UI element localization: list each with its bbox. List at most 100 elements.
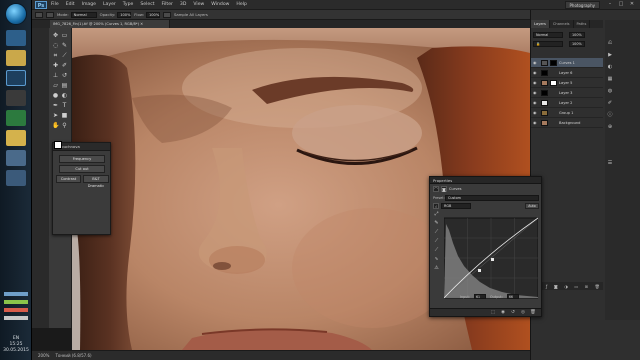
gradient-tool-icon[interactable]: ▤ — [61, 82, 68, 89]
brush-preset-picker[interactable] — [46, 11, 54, 18]
taskbar-app-chat[interactable] — [6, 110, 26, 126]
lock-icons[interactable]: 🔒 — [533, 41, 563, 47]
delete-adjustment-icon[interactable]: 🗑 — [530, 310, 536, 316]
close-icon[interactable]: ✕ — [628, 1, 636, 8]
auto-button[interactable]: Auto — [525, 203, 539, 209]
fx-icon[interactable]: ƒ — [546, 284, 547, 289]
menu-image[interactable]: Image — [82, 2, 96, 7]
visibility-eye-icon[interactable]: ◉ — [533, 91, 538, 95]
curve-point-tool-icon[interactable]: ⤢ — [433, 211, 440, 218]
tray-icon-sync[interactable] — [4, 316, 28, 320]
visibility-eye-icon[interactable]: ◉ — [533, 101, 538, 105]
healing-tool-icon[interactable]: ✚ — [52, 62, 59, 69]
type-tool-icon[interactable]: T — [61, 102, 68, 109]
layer-fill-field[interactable]: 100% — [569, 41, 585, 47]
menu-file[interactable]: File — [51, 2, 59, 7]
layer-row-group-1[interactable]: ◉ Group 1 — [531, 108, 603, 118]
hand-tool-icon[interactable]: ✋ — [52, 122, 59, 129]
sample-all-layers-checkbox[interactable]: Sample All Layers — [174, 12, 208, 17]
contrast-button[interactable]: Contrast — [56, 175, 81, 183]
layer-row-layer-5[interactable]: ◉ Layer 5 — [531, 78, 603, 88]
layer-mask-thumb[interactable] — [550, 80, 557, 86]
tray-icon-volume[interactable] — [4, 300, 28, 304]
minimize-icon[interactable]: – — [606, 1, 614, 8]
new-adjustment-icon[interactable]: ◑ — [564, 284, 568, 289]
new-layer-icon[interactable]: ⊞ — [585, 284, 588, 289]
menu-type[interactable]: Type — [123, 2, 134, 7]
visibility-eye-icon[interactable]: ◉ — [533, 121, 538, 125]
mask-icon[interactable]: ◙ — [441, 186, 447, 192]
taskbar-app-settings[interactable] — [6, 150, 26, 166]
move-tool-icon[interactable]: ✥ — [52, 32, 59, 39]
quick-select-tool-icon[interactable]: ✎ — [61, 42, 68, 49]
visibility-eye-icon[interactable]: ◉ — [533, 111, 538, 115]
menu-help[interactable]: Help — [236, 2, 246, 7]
properties-icon[interactable]: ☰ — [607, 160, 613, 166]
eyedropper-tool-icon[interactable]: ⟋ — [61, 52, 68, 59]
frequency-button[interactable]: Frequency — [59, 155, 105, 163]
layer-row-curves-1[interactable]: ◉ Curves 1 — [531, 58, 603, 68]
taskbar-app-photoshop[interactable] — [6, 70, 26, 86]
foreground-color-swatch[interactable] — [54, 141, 62, 149]
workspace-switcher[interactable]: Photography — [564, 1, 600, 9]
brush-tool-icon[interactable]: ✐ — [61, 62, 68, 69]
info-icon[interactable]: ⓘ — [607, 112, 613, 118]
menu-view[interactable]: View — [193, 2, 204, 7]
curves-graph[interactable] — [444, 211, 538, 305]
taskbar-app-folder[interactable] — [6, 130, 26, 146]
clone-stamp-tool-icon[interactable]: ⊥ — [52, 72, 59, 79]
tool-preset-picker[interactable] — [35, 11, 43, 18]
properties-title[interactable]: Properties — [430, 177, 541, 184]
pen-tool-icon[interactable]: ✒ — [52, 102, 59, 109]
tab-channels[interactable]: Channels — [550, 20, 574, 28]
menu-filter[interactable]: Filter — [162, 2, 173, 7]
opacity-field[interactable]: 100% — [117, 11, 132, 18]
clipping-warning-icon[interactable]: ⚠ — [433, 265, 440, 272]
blur-tool-icon[interactable]: ● — [52, 92, 59, 99]
brush-presets-icon[interactable]: ✐ — [607, 100, 613, 106]
menu-window[interactable]: Window — [211, 2, 229, 7]
maximize-icon[interactable]: □ — [617, 1, 625, 8]
black-point-eyedropper-icon[interactable]: ⟋ — [433, 229, 440, 236]
flow-field[interactable]: 100% — [145, 11, 160, 18]
visibility-eye-icon[interactable]: ◉ — [533, 81, 538, 85]
visibility-toggle-icon[interactable]: ◎ — [520, 310, 526, 316]
history-brush-tool-icon[interactable]: ↺ — [61, 72, 68, 79]
layer-opacity-field[interactable]: 100% — [569, 32, 585, 38]
view-previous-icon[interactable]: ◉ — [500, 310, 506, 316]
target-adjust-icon[interactable]: ☝ — [433, 203, 439, 209]
shape-tool-icon[interactable]: ■ — [61, 112, 68, 119]
swatches-icon[interactable]: ▦ — [607, 76, 613, 82]
reset-icon[interactable]: ↺ — [510, 310, 516, 316]
zoom-tool-icon[interactable]: ⚲ — [61, 122, 68, 129]
adjustments-icon[interactable]: ◐ — [607, 64, 613, 70]
eraser-tool-icon[interactable]: ▱ — [52, 82, 59, 89]
actions-icon[interactable]: ▶ — [607, 52, 613, 58]
layer-row-layer-6[interactable]: ◉ Layer 6 — [531, 68, 603, 78]
mode-select[interactable]: Normal — [70, 11, 97, 18]
tab-paths[interactable]: Paths — [574, 20, 591, 28]
color-icon[interactable]: ◍ — [607, 88, 613, 94]
cut-out-button[interactable]: Cut out — [59, 165, 105, 173]
path-select-tool-icon[interactable]: ➤ — [52, 112, 59, 119]
smooth-icon[interactable]: ∿ — [433, 256, 440, 263]
dodge-tool-icon[interactable]: ◐ — [61, 92, 68, 99]
zoom-level[interactable]: 200% — [38, 353, 49, 358]
document-tab[interactable]: IMG_7826_Fin(1).tif @ 200% (Curves 1, RG… — [50, 20, 170, 28]
preset-select[interactable]: Custom — [445, 195, 539, 201]
new-group-icon[interactable]: ▭ — [574, 284, 578, 289]
white-point-eyedropper-icon[interactable]: ⟋ — [433, 247, 440, 254]
menu-select[interactable]: Select — [140, 2, 154, 7]
menu-layer[interactable]: Layer — [103, 2, 116, 7]
curve-pencil-tool-icon[interactable]: ✎ — [433, 220, 440, 227]
layer-mask-thumb[interactable] — [550, 60, 557, 66]
marquee-tool-icon[interactable]: ▭ — [61, 32, 68, 39]
input-field[interactable]: 61 — [473, 294, 486, 299]
taskbar-app-media[interactable] — [6, 90, 26, 106]
start-button[interactable] — [5, 3, 27, 25]
add-mask-icon[interactable]: ◙ — [554, 284, 558, 289]
taskbar-app-explorer[interactable] — [6, 50, 26, 66]
taskbar-app-other[interactable] — [6, 170, 26, 186]
trash-icon[interactable]: 🗑 — [595, 284, 600, 289]
output-field[interactable]: 66 — [506, 294, 519, 299]
